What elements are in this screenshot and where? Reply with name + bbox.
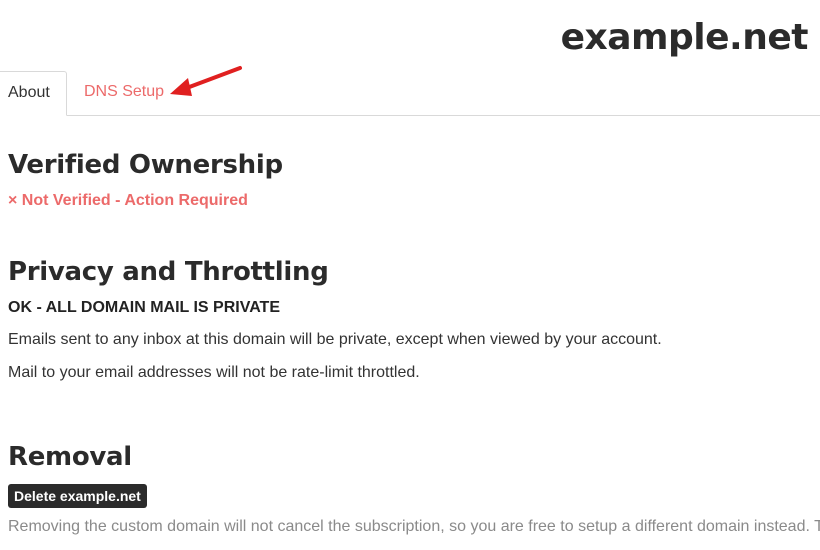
domain-title: example.net bbox=[560, 17, 809, 58]
ownership-heading: Verified Ownership bbox=[8, 150, 283, 180]
ownership-section: Verified Ownership × Not Verified - Acti… bbox=[8, 150, 820, 210]
privacy-line-2: Mail to your email addresses will not be… bbox=[8, 364, 420, 381]
privacy-heading: Privacy and Throttling bbox=[8, 257, 329, 287]
privacy-status: OK - ALL DOMAIN MAIL IS PRIVATE bbox=[8, 299, 280, 316]
red-arrow-annotation bbox=[170, 66, 242, 96]
removal-heading: Removal bbox=[8, 442, 132, 472]
privacy-section: Privacy and Throttling OK - ALL DOMAIN M… bbox=[8, 257, 820, 382]
removal-section: Removal Delete example.net Removing the … bbox=[8, 442, 820, 536]
tab-about[interactable]: About bbox=[0, 71, 67, 116]
tab-bar: About DNS Setup bbox=[0, 71, 820, 116]
delete-domain-button[interactable]: Delete example.net bbox=[8, 484, 147, 508]
privacy-line-1: Emails sent to any inbox at this domain … bbox=[8, 331, 662, 348]
ownership-status: × Not Verified - Action Required bbox=[8, 192, 248, 209]
page: example.net About DNS Setup Verified Own… bbox=[0, 0, 820, 550]
tab-dns-setup[interactable]: DNS Setup bbox=[84, 71, 164, 115]
removal-note: Removing the custom domain will not canc… bbox=[8, 518, 820, 535]
